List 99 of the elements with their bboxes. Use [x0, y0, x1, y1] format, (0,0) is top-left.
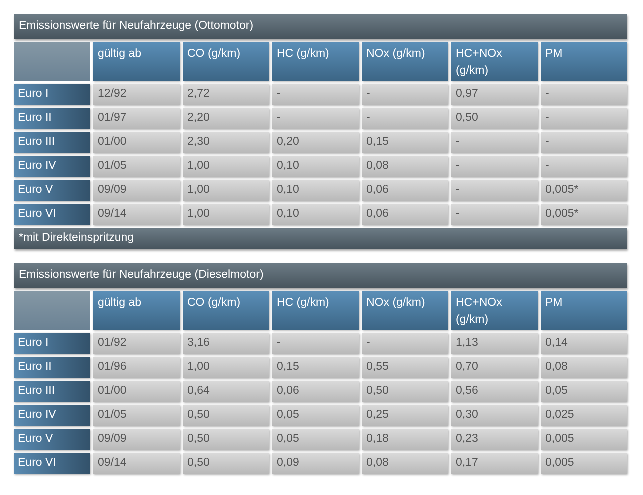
table-cell: - — [540, 84, 627, 105]
table-cell: 0,18 — [362, 429, 448, 450]
row-label: Euro I — [14, 84, 90, 105]
table-cell: 0,17 — [451, 453, 538, 474]
table-cell: 0,23 — [451, 429, 538, 450]
table-cell: 0,30 — [451, 405, 538, 426]
row-label: Euro III — [14, 132, 90, 153]
table-cell: 0,08 — [362, 453, 448, 474]
table-cell: 0,10 — [272, 156, 358, 177]
table-cell: 0,64 — [182, 381, 269, 402]
footnote: *mit Direkteinspritzung — [14, 228, 627, 249]
column-header: HC+NOx (g/km) — [451, 291, 538, 330]
table-cell: 2,72 — [182, 84, 269, 105]
table-cell: 09/14 — [93, 453, 180, 474]
table-cell: - — [451, 180, 538, 201]
table-cell: 0,55 — [362, 357, 448, 378]
table-cell: - — [451, 156, 538, 177]
table-cell: - — [362, 333, 448, 354]
column-header: gültig ab — [93, 291, 180, 330]
row-label: Euro II — [14, 357, 90, 378]
table-cell: 0,005 — [540, 453, 627, 474]
row-label: Euro V — [14, 429, 90, 450]
column-header: HC+NOx (g/km) — [451, 42, 538, 81]
table-cell: - — [540, 156, 627, 177]
row-label: Euro I — [14, 333, 90, 354]
table-cell: 1,00 — [182, 357, 269, 378]
row-label: Euro VI — [14, 453, 90, 474]
column-header: CO (g/km) — [182, 291, 269, 330]
table-title: Emissionswerte für Neufahrzeuge (Dieselmotor) — [14, 263, 627, 288]
column-header: gültig ab — [93, 42, 180, 81]
table-cell: - — [540, 132, 627, 153]
table-cell: - — [272, 333, 358, 354]
table-cell: 0,08 — [362, 156, 448, 177]
table-cell: 2,30 — [182, 132, 269, 153]
table-cell: 09/14 — [93, 204, 180, 225]
table-cell: 0,50 — [182, 453, 269, 474]
column-header: NOx (g/km) — [362, 291, 448, 330]
table-cell: 0,50 — [451, 108, 538, 129]
table-cell: 1,00 — [182, 180, 269, 201]
table-cell: 01/96 — [93, 357, 180, 378]
table-cell: 0,10 — [272, 204, 358, 225]
row-label: Euro IV — [14, 405, 90, 426]
table-cell: 1,00 — [182, 156, 269, 177]
table-cell: 0,70 — [451, 357, 538, 378]
table-cell: 0,06 — [362, 180, 448, 201]
table-cell: - — [451, 204, 538, 225]
table-cell: 0,97 — [451, 84, 538, 105]
table-cell: 01/00 — [93, 132, 180, 153]
table-cell: 0,25 — [362, 405, 448, 426]
table-cell: 09/09 — [93, 180, 180, 201]
table-cell: 0,20 — [272, 132, 358, 153]
table-cell: 0,025 — [540, 405, 627, 426]
table-cell: 01/05 — [93, 156, 180, 177]
table-cell: 01/00 — [93, 381, 180, 402]
table-cell: 1,00 — [182, 204, 269, 225]
table-cell: 0,005 — [540, 429, 627, 450]
table-cell: 0,09 — [272, 453, 358, 474]
table-cell: 01/05 — [93, 405, 180, 426]
table-cell: - — [362, 108, 448, 129]
table-cell: 0,10 — [272, 180, 358, 201]
table-cell: 0,05 — [272, 429, 358, 450]
table-cell: 09/09 — [93, 429, 180, 450]
table-cell: 0,15 — [272, 357, 358, 378]
table-cell: 0,06 — [272, 381, 358, 402]
table-cell: 0,005* — [540, 180, 627, 201]
table-cell: 0,56 — [451, 381, 538, 402]
table-cell: 0,06 — [362, 204, 448, 225]
table-cell: 12/92 — [93, 84, 180, 105]
table-cell: 0,14 — [540, 333, 627, 354]
row-label: Euro II — [14, 108, 90, 129]
table-cell: - — [362, 84, 448, 105]
column-header: PM — [540, 291, 627, 330]
table-cell: 01/92 — [93, 333, 180, 354]
table-cell: 0,50 — [182, 429, 269, 450]
table-cell: 0,05 — [272, 405, 358, 426]
column-header: HC (g/km) — [272, 291, 358, 330]
row-label: Euro IV — [14, 156, 90, 177]
table-title: Emissionswerte für Neufahrzeuge (Ottomotor) — [14, 14, 627, 39]
table-cell: 1,13 — [451, 333, 538, 354]
table-cell: 0,50 — [182, 405, 269, 426]
table-cell: - — [272, 108, 358, 129]
row-label: Euro VI — [14, 204, 90, 225]
row-label: Euro V — [14, 180, 90, 201]
table-cell: - — [540, 108, 627, 129]
table-cell: 0,15 — [362, 132, 448, 153]
column-header: NOx (g/km) — [362, 42, 448, 81]
row-label: Euro III — [14, 381, 90, 402]
table-cell: 0,50 — [362, 381, 448, 402]
table-cell: 0,08 — [540, 357, 627, 378]
column-header: CO (g/km) — [182, 42, 269, 81]
table-cell: 0,005* — [540, 204, 627, 225]
table-cell: 0,05 — [540, 381, 627, 402]
column-header: HC (g/km) — [272, 42, 358, 81]
table-cell: 2,20 — [182, 108, 269, 129]
table-cell: 3,16 — [182, 333, 269, 354]
table-cell: - — [272, 84, 358, 105]
table-cell: - — [451, 132, 538, 153]
table-cell: 01/97 — [93, 108, 180, 129]
column-header: PM — [540, 42, 627, 81]
